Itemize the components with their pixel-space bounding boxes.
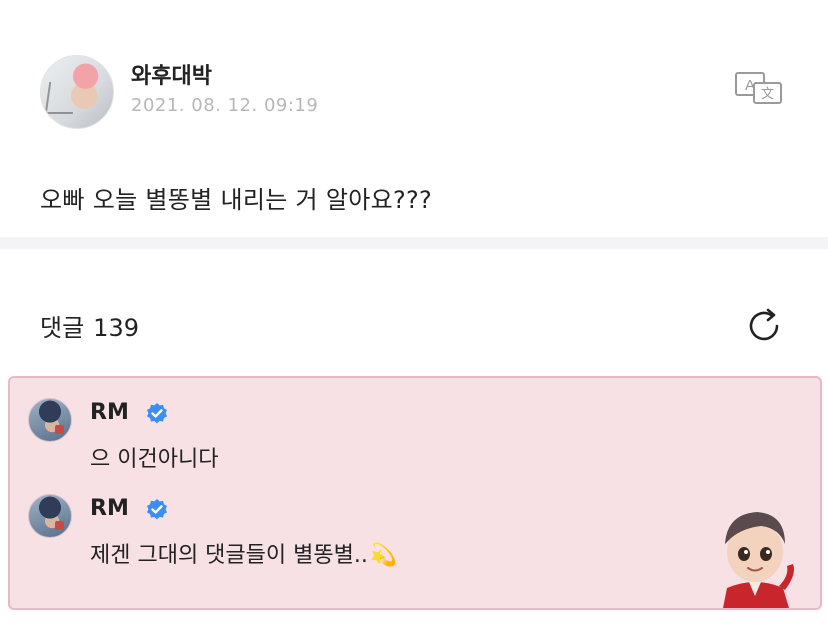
reply-avatar[interactable] [28, 398, 72, 442]
translate-button[interactable]: A 文 [734, 71, 784, 105]
comments-title: 댓글 139 [40, 308, 139, 343]
reply-text-body: 제겐 그대의 댓글들이 별똥별.. [90, 543, 368, 568]
character-sticker [723, 512, 794, 608]
refresh-button[interactable] [744, 306, 784, 346]
reply-text: 으 이건아니다 [90, 447, 219, 472]
comments-label: 댓글 [40, 314, 85, 342]
author-name[interactable]: 와후대박 [131, 58, 212, 90]
reply-text: 제겐 그대의 댓글들이 별똥별..💫 [90, 537, 397, 569]
author-avatar[interactable] [40, 55, 114, 129]
comments-count: 139 [93, 314, 139, 342]
dizzy-star-icon: 💫 [369, 543, 398, 568]
comments-header: 댓글 139 [40, 306, 784, 346]
post-timestamp: 2021. 08. 12. 09:19 [131, 95, 319, 116]
reply-avatar[interactable] [28, 494, 72, 538]
post-body: 오빠 오늘 별똥별 내리는 거 알아요??? [40, 186, 433, 214]
refresh-icon [749, 308, 779, 341]
reply-item: RM 제겐 그대의 댓글들이 별똥별..💫 [28, 492, 588, 572]
reply-author[interactable]: RM [90, 496, 129, 521]
reply-author[interactable]: RM [90, 400, 129, 425]
verified-badge-icon [147, 499, 167, 520]
artist-replies-box: RM 으 이건아니다 RM 제겐 그대의 댓글들이 별똥별..💫 [8, 376, 822, 610]
translate-icon: A 文 [735, 72, 782, 104]
section-divider [0, 237, 828, 249]
post-header: 와후대박 2021. 08. 12. 09:19 A 文 [40, 55, 800, 135]
reply-item: RM 으 이건아니다 [28, 396, 588, 476]
verified-badge-icon [147, 403, 167, 424]
svg-text:文: 文 [761, 87, 774, 102]
